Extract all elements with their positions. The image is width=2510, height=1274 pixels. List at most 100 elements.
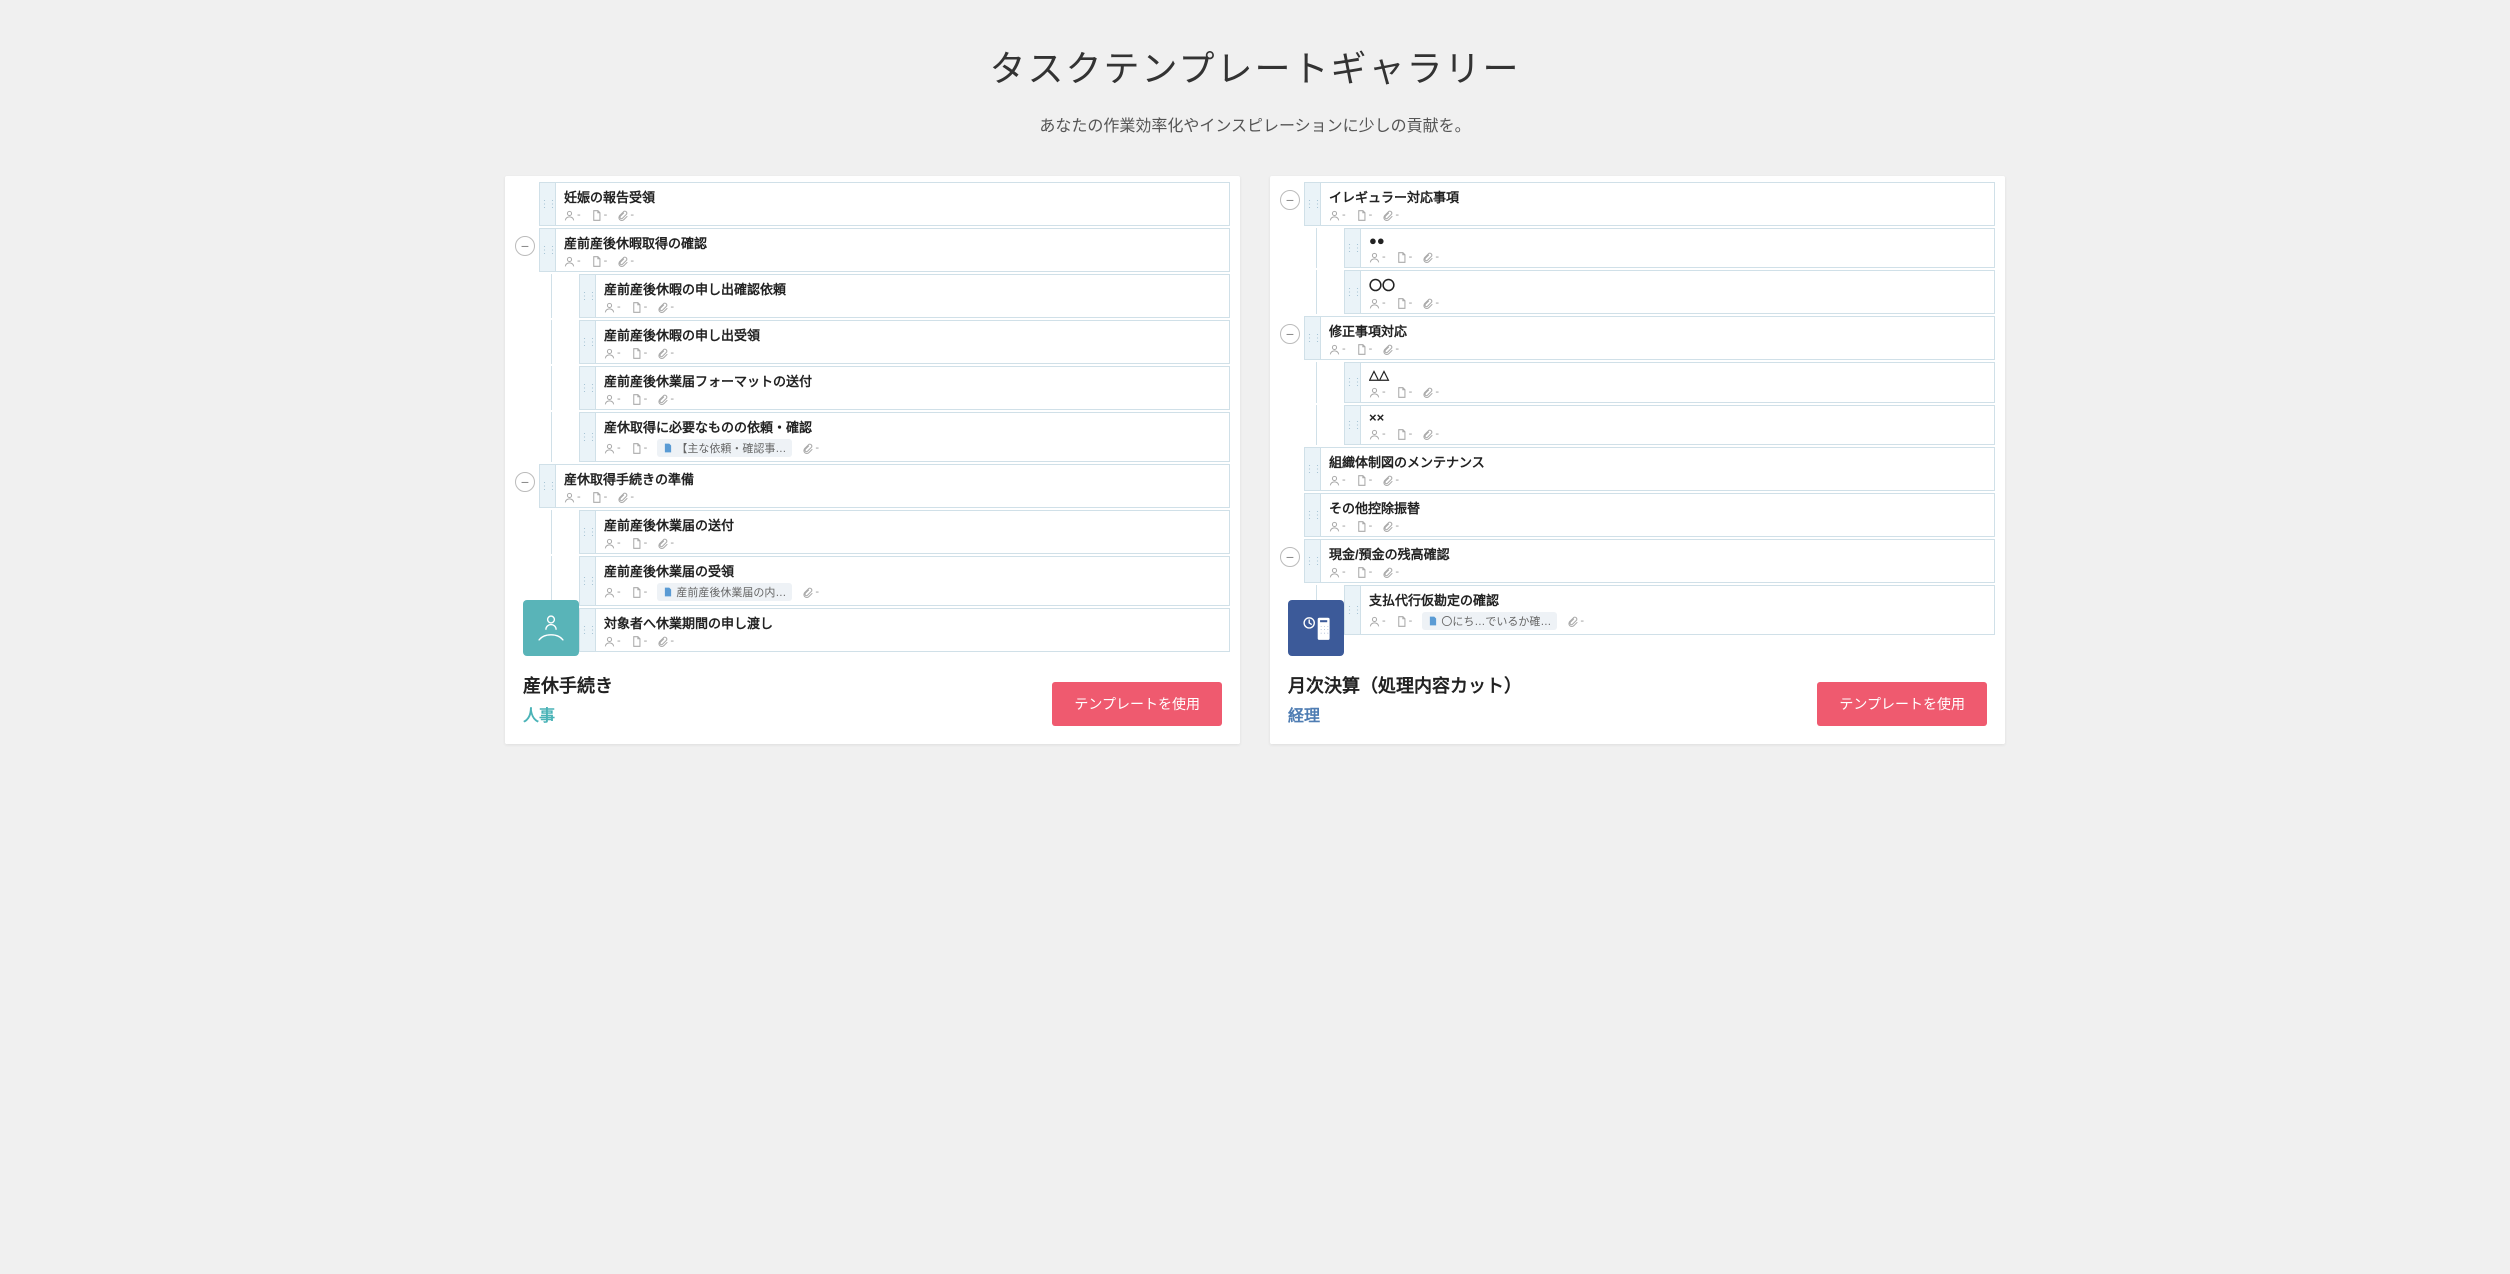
task-title: 対象者へ休業期間の申し渡し bbox=[604, 613, 1221, 632]
card-footer: 産休手続き人事 テンプレートを使用 bbox=[505, 654, 1240, 744]
category-badge-icon bbox=[523, 600, 579, 656]
task-row: −⋮⋮ イレギュラー対応事項 --- bbox=[1280, 182, 1995, 226]
drag-handle-icon[interactable]: ⋮⋮ bbox=[1305, 540, 1321, 582]
task-meta: --- bbox=[1329, 520, 1986, 532]
task-title: 〇〇 bbox=[1369, 275, 1986, 294]
collapse-icon[interactable]: − bbox=[1280, 547, 1300, 567]
drag-handle-icon[interactable]: ⋮⋮ bbox=[1345, 229, 1361, 267]
task-title: 産前産後休業届の受領 bbox=[604, 561, 1221, 580]
task-meta: --産前産後休業届の内…- bbox=[604, 583, 1221, 601]
task-item[interactable]: ⋮⋮ △△ --- bbox=[1344, 362, 1995, 403]
task-title: 修正事項対応 bbox=[1329, 321, 1986, 340]
task-item[interactable]: ⋮⋮ 産前産後休業届の送付 --- bbox=[579, 510, 1230, 554]
task-row: −⋮⋮現金/預金の残高確認--- bbox=[1280, 539, 1995, 583]
collapse-icon[interactable]: − bbox=[515, 236, 535, 256]
drag-handle-icon[interactable]: ⋮⋮ bbox=[1345, 586, 1361, 634]
collapse-icon[interactable]: − bbox=[515, 472, 535, 492]
drag-handle-icon[interactable]: ⋮⋮ bbox=[580, 413, 596, 461]
task-meta: --- bbox=[564, 209, 1221, 221]
task-meta: --- bbox=[1369, 297, 1986, 309]
task-item[interactable]: ⋮⋮ その他控除振替 --- bbox=[1304, 493, 1995, 537]
task-item[interactable]: ⋮⋮ イレギュラー対応事項 --- bbox=[1304, 182, 1995, 226]
task-row: −⋮⋮産休取得手続きの準備--- bbox=[515, 464, 1230, 508]
task-title: ×× bbox=[1369, 410, 1986, 425]
task-title: その他控除振替 bbox=[1329, 498, 1986, 517]
collapse-icon[interactable]: − bbox=[1280, 190, 1300, 210]
drag-handle-icon[interactable]: ⋮⋮ bbox=[540, 183, 556, 225]
task-row: ⋮⋮組織体制図のメンテナンス--- bbox=[1280, 447, 1995, 491]
drag-handle-icon[interactable]: ⋮⋮ bbox=[580, 557, 596, 605]
task-meta: --- bbox=[564, 255, 1221, 267]
task-meta: --- bbox=[604, 347, 1221, 359]
task-list: −⋮⋮イレギュラー対応事項---⋮⋮●●---⋮⋮〇〇---−⋮⋮修正事項対応-… bbox=[1270, 176, 2005, 654]
use-template-button[interactable]: テンプレートを使用 bbox=[1817, 682, 1987, 726]
task-item[interactable]: ⋮⋮産前産後休暇の申し出受領--- bbox=[579, 320, 1230, 364]
template-category[interactable]: 経理 bbox=[1288, 702, 1522, 726]
task-meta: --- bbox=[1369, 386, 1986, 398]
task-row: −⋮⋮産前産後休暇取得の確認--- bbox=[515, 228, 1230, 272]
task-row: ⋮⋮産前産後休暇の申し出受領--- bbox=[515, 320, 1230, 364]
template-card: −⋮⋮イレギュラー対応事項---⋮⋮●●---⋮⋮〇〇---−⋮⋮修正事項対応-… bbox=[1270, 176, 2005, 744]
task-item[interactable]: ⋮⋮ 〇〇 --- bbox=[1344, 270, 1995, 314]
drag-handle-icon[interactable]: ⋮⋮ bbox=[580, 367, 596, 409]
drag-handle-icon[interactable]: ⋮⋮ bbox=[1305, 317, 1321, 359]
task-item[interactable]: ⋮⋮妊娠の報告受領--- bbox=[539, 182, 1230, 226]
task-title: イレギュラー対応事項 bbox=[1329, 187, 1986, 206]
task-item[interactable]: ⋮⋮産前産後休暇の申し出確認依頼--- bbox=[579, 274, 1230, 318]
task-meta: --- bbox=[604, 393, 1221, 405]
task-list: ⋮⋮妊娠の報告受領---−⋮⋮産前産後休暇取得の確認---⋮⋮産前産後休暇の申し… bbox=[505, 176, 1240, 654]
task-item[interactable]: ⋮⋮ ×× --- bbox=[1344, 405, 1995, 445]
drag-handle-icon[interactable]: ⋮⋮ bbox=[1345, 271, 1361, 313]
task-title: ●● bbox=[1369, 233, 1986, 248]
drag-handle-icon[interactable]: ⋮⋮ bbox=[580, 321, 596, 363]
drag-handle-icon[interactable]: ⋮⋮ bbox=[1305, 494, 1321, 536]
task-item[interactable]: ⋮⋮●●--- bbox=[1344, 228, 1995, 268]
task-item[interactable]: ⋮⋮支払代行仮勘定の確認--〇にち…でいるか確…- bbox=[1344, 585, 1995, 635]
task-row: ⋮⋮ 〇〇 --- bbox=[1280, 270, 1995, 314]
drag-handle-icon[interactable]: ⋮⋮ bbox=[580, 511, 596, 553]
task-meta: --- bbox=[604, 301, 1221, 313]
drag-handle-icon[interactable]: ⋮⋮ bbox=[1305, 448, 1321, 490]
page-subtitle: あなたの作業効率化やインスピレーションに少しの貢献を。 bbox=[505, 112, 2005, 136]
drag-handle-icon[interactable]: ⋮⋮ bbox=[540, 229, 556, 271]
drag-handle-icon[interactable]: ⋮⋮ bbox=[1305, 183, 1321, 225]
drag-handle-icon[interactable]: ⋮⋮ bbox=[540, 465, 556, 507]
task-row: ⋮⋮ ×× --- bbox=[1280, 405, 1995, 445]
task-meta: --- bbox=[1369, 428, 1986, 440]
task-item[interactable]: ⋮⋮ 修正事項対応 --- bbox=[1304, 316, 1995, 360]
task-row: ⋮⋮ 産前産後休業届の送付 --- bbox=[515, 510, 1230, 554]
template-title: 産休手続き bbox=[523, 672, 613, 698]
task-item[interactable]: ⋮⋮ 産休取得に必要なものの依頼・確認 --【主な依頼・確認事…- bbox=[579, 412, 1230, 462]
drag-handle-icon[interactable]: ⋮⋮ bbox=[1345, 406, 1361, 444]
collapse-icon[interactable]: − bbox=[1280, 324, 1300, 344]
task-title: 組織体制図のメンテナンス bbox=[1329, 452, 1986, 471]
drag-handle-icon[interactable]: ⋮⋮ bbox=[580, 609, 596, 651]
task-title: △△ bbox=[1369, 367, 1986, 383]
use-template-button[interactable]: テンプレートを使用 bbox=[1052, 682, 1222, 726]
task-item[interactable]: ⋮⋮ 産前産後休業届の受領 --産前産後休業届の内…- bbox=[579, 556, 1230, 606]
task-item[interactable]: ⋮⋮産休取得手続きの準備--- bbox=[539, 464, 1230, 508]
task-row: −⋮⋮ 修正事項対応 --- bbox=[1280, 316, 1995, 360]
task-item[interactable]: ⋮⋮対象者へ休業期間の申し渡し--- bbox=[579, 608, 1230, 652]
task-meta: --【主な依頼・確認事…- bbox=[604, 439, 1221, 457]
drag-handle-icon[interactable]: ⋮⋮ bbox=[580, 275, 596, 317]
task-meta: --- bbox=[1329, 343, 1986, 355]
task-title: 現金/預金の残高確認 bbox=[1329, 544, 1986, 563]
card-footer: 月次決算（処理内容カット）経理テンプレートを使用 bbox=[1270, 654, 2005, 744]
task-item[interactable]: ⋮⋮組織体制図のメンテナンス--- bbox=[1304, 447, 1995, 491]
task-title: 産前産後休業届の送付 bbox=[604, 515, 1221, 534]
task-item[interactable]: ⋮⋮現金/預金の残高確認--- bbox=[1304, 539, 1995, 583]
task-item[interactable]: ⋮⋮産前産後休業届フォーマットの送付--- bbox=[579, 366, 1230, 410]
task-row: ⋮⋮ 産休取得に必要なものの依頼・確認 --【主な依頼・確認事…- bbox=[515, 412, 1230, 462]
template-category[interactable]: 人事 bbox=[523, 702, 613, 726]
task-title: 産休取得に必要なものの依頼・確認 bbox=[604, 417, 1221, 436]
task-row: ⋮⋮ 産前産後休業届の受領 --産前産後休業届の内…- bbox=[515, 556, 1230, 606]
task-meta: --- bbox=[604, 537, 1221, 549]
task-meta: --- bbox=[564, 491, 1221, 503]
drag-handle-icon[interactable]: ⋮⋮ bbox=[1345, 363, 1361, 402]
task-row: ⋮⋮妊娠の報告受領--- bbox=[515, 182, 1230, 226]
task-row: ⋮⋮ △△ --- bbox=[1280, 362, 1995, 403]
task-item[interactable]: ⋮⋮産前産後休暇取得の確認--- bbox=[539, 228, 1230, 272]
task-meta: --- bbox=[1329, 209, 1986, 221]
category-badge-icon bbox=[1288, 600, 1344, 656]
